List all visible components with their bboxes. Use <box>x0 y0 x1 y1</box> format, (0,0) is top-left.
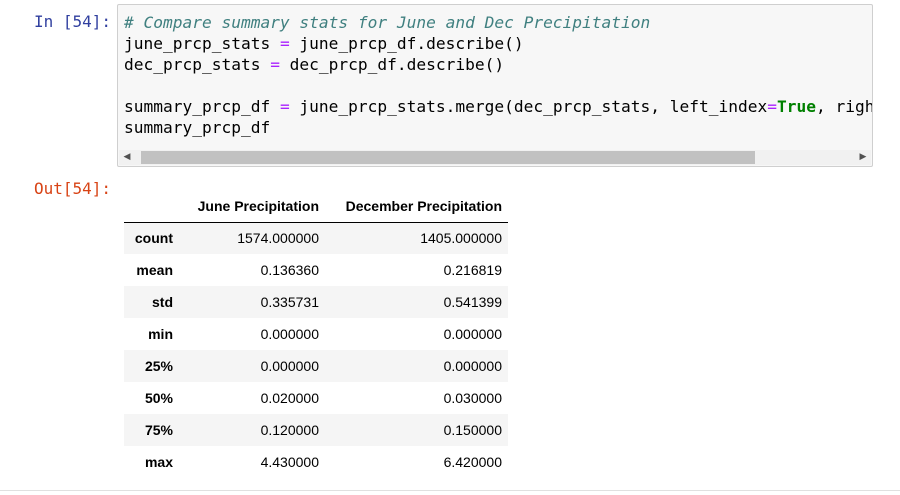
code-text: , right_ <box>815 97 872 116</box>
table-row: 25% 0.000000 0.000000 <box>124 350 508 382</box>
row-index-label: mean <box>136 262 173 278</box>
december-cell: 6.420000 <box>443 454 502 470</box>
code-text: summary_prcp_df <box>124 97 280 116</box>
input-prompt: In [54]: <box>34 12 112 31</box>
table-header-row: June Precipitation December Precipitatio… <box>124 191 508 223</box>
code-text: june_prcp_stats.merge(dec_prcp_stats, le… <box>289 97 768 116</box>
table-row: count 1574.000000 1405.000000 <box>124 222 508 254</box>
june-cell: 0.136360 <box>260 262 319 278</box>
code-operator: = <box>767 97 777 116</box>
code-editor[interactable]: # Compare summary stats for June and Dec… <box>124 12 872 138</box>
code-text: dec_prcp_stats <box>124 55 271 74</box>
june-cell: 0.020000 <box>260 390 319 406</box>
december-cell: 0.000000 <box>443 358 502 374</box>
code-text: june_prcp_stats <box>124 34 280 53</box>
row-index-label: 50% <box>144 390 173 406</box>
december-cell: 0.150000 <box>443 422 502 438</box>
code-operator: = <box>270 55 280 74</box>
row-index-label: min <box>148 326 173 342</box>
december-cell: 0.541399 <box>443 294 502 310</box>
december-cell: 1405.000000 <box>420 230 502 247</box>
code-text: june_prcp_df.describe() <box>289 34 524 53</box>
scrollbar-thumb[interactable] <box>141 151 755 164</box>
code-line-5: summary_prcp_df = june_prcp_stats.merge(… <box>124 96 872 117</box>
column-header-december: December Precipitation <box>325 191 508 223</box>
output-prompt: Out[54]: <box>34 179 112 198</box>
june-cell: 4.430000 <box>260 454 319 470</box>
code-line-3: dec_prcp_stats = dec_prcp_df.describe() <box>124 54 872 75</box>
table-row: max 4.430000 6.420000 <box>124 446 508 478</box>
cell-divider <box>0 490 900 491</box>
june-cell: 0.120000 <box>260 422 319 438</box>
table-row: 50% 0.020000 0.030000 <box>124 382 508 414</box>
table-row: std 0.335731 0.541399 <box>124 286 508 318</box>
code-text: summary_prcp_df <box>124 118 271 137</box>
june-cell: 0.000000 <box>260 358 319 374</box>
december-cell: 0.216819 <box>443 262 502 278</box>
june-cell: 1574.000000 <box>237 230 319 247</box>
table-row: 75% 0.120000 0.150000 <box>124 414 508 446</box>
code-operator: = <box>279 97 290 116</box>
code-line-1: # Compare summary stats for June and Dec… <box>124 12 872 33</box>
code-text: dec_prcp_df.describe() <box>279 55 505 74</box>
december-cell: 0.000000 <box>443 326 502 342</box>
scroll-right-arrow-icon[interactable]: ▶ <box>855 150 871 165</box>
horizontal-scrollbar[interactable]: ◀ ▶ <box>119 150 871 165</box>
code-input-area[interactable]: # Compare summary stats for June and Dec… <box>117 4 873 167</box>
table-row: mean 0.136360 0.216819 <box>124 254 508 286</box>
scroll-left-arrow-icon[interactable]: ◀ <box>119 150 135 165</box>
code-keyword: True <box>776 97 816 116</box>
row-index-label: 75% <box>144 422 173 438</box>
code-line-2: june_prcp_stats = june_prcp_df.describe(… <box>124 33 872 54</box>
code-line-6: summary_prcp_df <box>124 117 872 138</box>
december-cell: 0.030000 <box>443 390 502 406</box>
row-index-label: max <box>144 454 173 470</box>
table-row: min 0.000000 0.000000 <box>124 318 508 350</box>
row-index-label: 25% <box>144 358 173 374</box>
code-operator: = <box>279 34 290 53</box>
column-header-index <box>124 191 179 223</box>
row-index-label: std <box>152 294 173 310</box>
dataframe-table: June Precipitation December Precipitatio… <box>124 191 508 478</box>
code-comment: # Compare summary stats for June and Dec… <box>124 13 651 32</box>
column-header-june: June Precipitation <box>179 191 325 223</box>
june-cell: 0.000000 <box>260 326 319 342</box>
june-cell: 0.335731 <box>260 294 319 310</box>
row-index-label: count <box>134 230 173 247</box>
